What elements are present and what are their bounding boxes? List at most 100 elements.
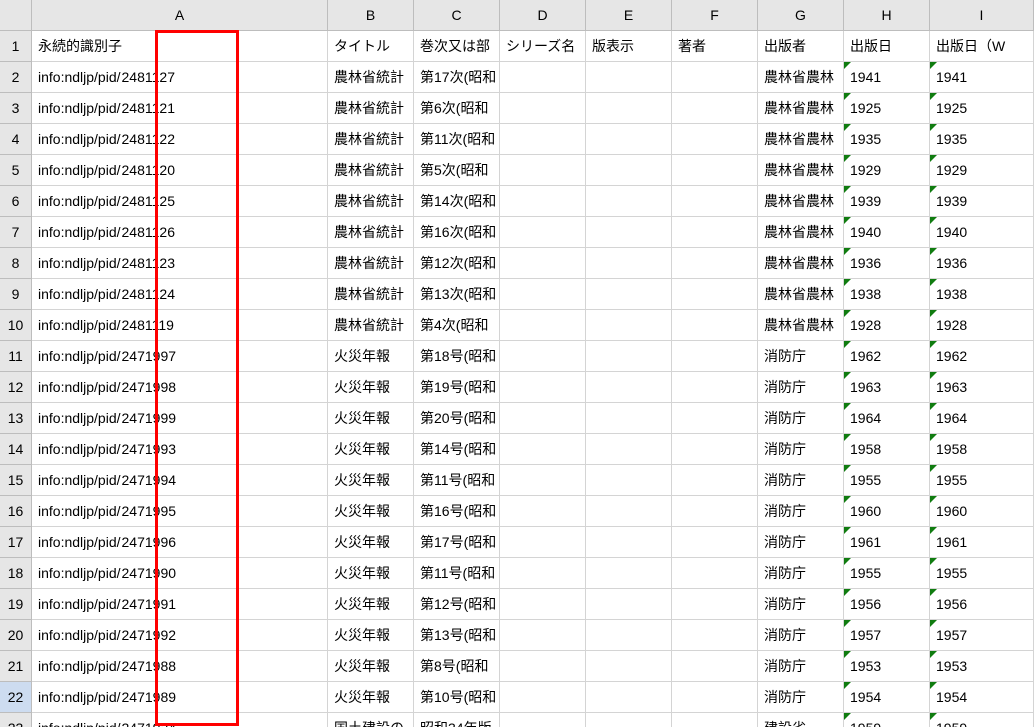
cell-I10[interactable]: 1928 — [930, 310, 1034, 341]
cell-G6[interactable]: 農林省農林 — [758, 186, 844, 217]
cell-D2[interactable] — [500, 62, 586, 93]
row-header-5[interactable]: 5 — [0, 155, 32, 186]
cell-E12[interactable] — [586, 372, 672, 403]
cell-F22[interactable] — [672, 682, 758, 713]
cell-D18[interactable] — [500, 558, 586, 589]
cell-E6[interactable] — [586, 186, 672, 217]
cell-H6[interactable]: 1939 — [844, 186, 930, 217]
cell-C21[interactable]: 第8号(昭和 — [414, 651, 500, 682]
cell-H5[interactable]: 1929 — [844, 155, 930, 186]
cell-E8[interactable] — [586, 248, 672, 279]
cell-B16[interactable]: 火災年報 — [328, 496, 414, 527]
row-header-2[interactable]: 2 — [0, 62, 32, 93]
cell-H7[interactable]: 1940 — [844, 217, 930, 248]
cell-A5[interactable]: info:ndljp/pid/2481120 — [32, 155, 328, 186]
cell-I1[interactable]: 出版日（W — [930, 31, 1034, 62]
row-header-14[interactable]: 14 — [0, 434, 32, 465]
cell-I8[interactable]: 1936 — [930, 248, 1034, 279]
row-header-12[interactable]: 12 — [0, 372, 32, 403]
cell-A17[interactable]: info:ndljp/pid/2471996 — [32, 527, 328, 558]
cell-H19[interactable]: 1956 — [844, 589, 930, 620]
cell-H2[interactable]: 1941 — [844, 62, 930, 93]
cell-H17[interactable]: 1961 — [844, 527, 930, 558]
cell-F1[interactable]: 著者 — [672, 31, 758, 62]
row-header-19[interactable]: 19 — [0, 589, 32, 620]
cell-B20[interactable]: 火災年報 — [328, 620, 414, 651]
cell-G5[interactable]: 農林省農林 — [758, 155, 844, 186]
cell-G11[interactable]: 消防庁 — [758, 341, 844, 372]
cell-B5[interactable]: 農林省統計 — [328, 155, 414, 186]
cell-F13[interactable] — [672, 403, 758, 434]
column-header-F[interactable]: F — [672, 0, 758, 31]
cell-H21[interactable]: 1953 — [844, 651, 930, 682]
cell-D13[interactable] — [500, 403, 586, 434]
cell-C13[interactable]: 第20号(昭和 — [414, 403, 500, 434]
cell-E17[interactable] — [586, 527, 672, 558]
cell-C11[interactable]: 第18号(昭和 — [414, 341, 500, 372]
cell-I15[interactable]: 1955 — [930, 465, 1034, 496]
cell-D11[interactable] — [500, 341, 586, 372]
cell-F4[interactable] — [672, 124, 758, 155]
cell-H8[interactable]: 1936 — [844, 248, 930, 279]
cell-A7[interactable]: info:ndljp/pid/2481126 — [32, 217, 328, 248]
row-header-22[interactable]: 22 — [0, 682, 32, 713]
cell-I13[interactable]: 1964 — [930, 403, 1034, 434]
cell-B4[interactable]: 農林省統計 — [328, 124, 414, 155]
cell-E20[interactable] — [586, 620, 672, 651]
cell-B6[interactable]: 農林省統計 — [328, 186, 414, 217]
row-header-18[interactable]: 18 — [0, 558, 32, 589]
cell-C12[interactable]: 第19号(昭和 — [414, 372, 500, 403]
cell-A1[interactable]: 永続的識別子 — [32, 31, 328, 62]
cell-A19[interactable]: info:ndljp/pid/2471991 — [32, 589, 328, 620]
cell-C8[interactable]: 第12次(昭和 — [414, 248, 500, 279]
cell-E5[interactable] — [586, 155, 672, 186]
cell-C3[interactable]: 第6次(昭和 — [414, 93, 500, 124]
cell-F12[interactable] — [672, 372, 758, 403]
cell-F7[interactable] — [672, 217, 758, 248]
row-header-8[interactable]: 8 — [0, 248, 32, 279]
cell-C4[interactable]: 第11次(昭和 — [414, 124, 500, 155]
cell-D12[interactable] — [500, 372, 586, 403]
cell-B15[interactable]: 火災年報 — [328, 465, 414, 496]
cell-F19[interactable] — [672, 589, 758, 620]
cell-H1[interactable]: 出版日 — [844, 31, 930, 62]
cell-H23[interactable]: 1959 — [844, 713, 930, 727]
cell-A18[interactable]: info:ndljp/pid/2471990 — [32, 558, 328, 589]
cell-E16[interactable] — [586, 496, 672, 527]
row-header-4[interactable]: 4 — [0, 124, 32, 155]
cell-E13[interactable] — [586, 403, 672, 434]
cell-D19[interactable] — [500, 589, 586, 620]
cell-A12[interactable]: info:ndljp/pid/2471998 — [32, 372, 328, 403]
cell-H10[interactable]: 1928 — [844, 310, 930, 341]
cell-C15[interactable]: 第11号(昭和 — [414, 465, 500, 496]
cell-I16[interactable]: 1960 — [930, 496, 1034, 527]
cell-F20[interactable] — [672, 620, 758, 651]
cell-A2[interactable]: info:ndljp/pid/2481127 — [32, 62, 328, 93]
cell-A20[interactable]: info:ndljp/pid/2471992 — [32, 620, 328, 651]
column-header-C[interactable]: C — [414, 0, 500, 31]
cell-G18[interactable]: 消防庁 — [758, 558, 844, 589]
cell-E1[interactable]: 版表示 — [586, 31, 672, 62]
cell-H9[interactable]: 1938 — [844, 279, 930, 310]
cell-I7[interactable]: 1940 — [930, 217, 1034, 248]
cell-B10[interactable]: 農林省統計 — [328, 310, 414, 341]
cell-G12[interactable]: 消防庁 — [758, 372, 844, 403]
cell-B11[interactable]: 火災年報 — [328, 341, 414, 372]
cell-C7[interactable]: 第16次(昭和 — [414, 217, 500, 248]
cell-F11[interactable] — [672, 341, 758, 372]
cell-G4[interactable]: 農林省農林 — [758, 124, 844, 155]
cell-F15[interactable] — [672, 465, 758, 496]
cell-B12[interactable]: 火災年報 — [328, 372, 414, 403]
cell-A6[interactable]: info:ndljp/pid/2481125 — [32, 186, 328, 217]
cell-F23[interactable] — [672, 713, 758, 727]
cell-G1[interactable]: 出版者 — [758, 31, 844, 62]
cell-B17[interactable]: 火災年報 — [328, 527, 414, 558]
cell-E14[interactable] — [586, 434, 672, 465]
row-header-21[interactable]: 21 — [0, 651, 32, 682]
row-header-20[interactable]: 20 — [0, 620, 32, 651]
cell-H20[interactable]: 1957 — [844, 620, 930, 651]
row-header-7[interactable]: 7 — [0, 217, 32, 248]
cell-G13[interactable]: 消防庁 — [758, 403, 844, 434]
column-header-D[interactable]: D — [500, 0, 586, 31]
cell-I21[interactable]: 1953 — [930, 651, 1034, 682]
